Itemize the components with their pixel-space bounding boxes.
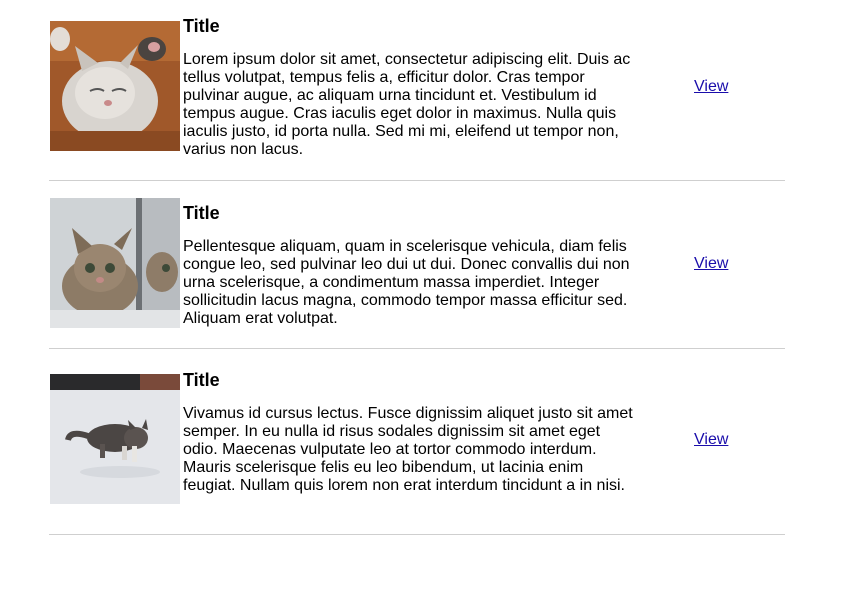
view-link[interactable]: View (694, 78, 728, 96)
item-title: Title (183, 16, 220, 36)
kitten-snow-image (50, 374, 180, 504)
view-link[interactable]: View (694, 255, 728, 273)
list-item: Title Vivamus id cursus lectus. Fusce di… (49, 349, 785, 535)
list-item: Title Pellentesque aliquam, quam in scel… (49, 181, 785, 349)
item-description: Vivamus id cursus lectus. Fusce dignissi… (183, 405, 633, 494)
item-content: Title Lorem ipsum dolor sit amet, consec… (183, 15, 639, 159)
view-link[interactable]: View (694, 431, 728, 449)
item-content: Title Vivamus id cursus lectus. Fusce di… (183, 369, 639, 495)
item-description: Lorem ipsum dolor sit amet, consectetur … (183, 51, 631, 158)
item-list: Title Lorem ipsum dolor sit amet, consec… (49, 0, 785, 535)
item-description: Pellentesque aliquam, quam in scelerisqu… (183, 238, 630, 327)
kitten-mirror-image (50, 198, 180, 328)
item-title: Title (183, 370, 220, 390)
list-item: Title Lorem ipsum dolor sit amet, consec… (49, 0, 785, 181)
kitten-sleeping-image (50, 21, 180, 151)
item-content: Title Pellentesque aliquam, quam in scel… (183, 202, 639, 328)
item-title: Title (183, 203, 220, 223)
